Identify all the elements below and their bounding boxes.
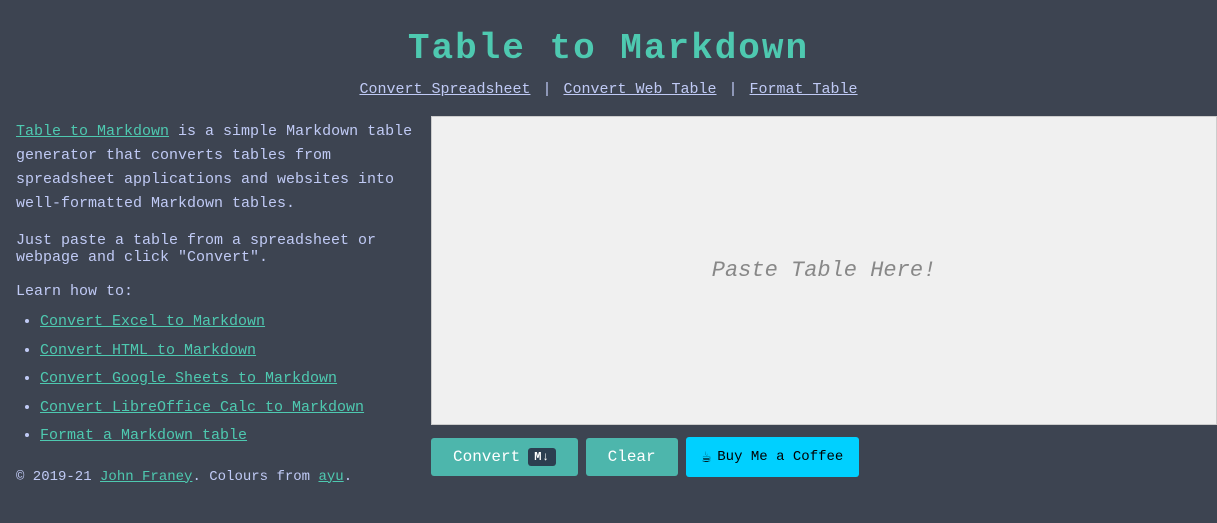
nav-sep-2: |: [729, 81, 738, 98]
textarea-wrapper: Paste Table Here!: [431, 116, 1217, 425]
link-libreoffice[interactable]: Convert LibreOffice Calc to Markdown: [40, 399, 364, 416]
main-layout: Table to Markdown is a simple Markdown t…: [0, 116, 1217, 485]
link-html[interactable]: Convert HTML to Markdown: [40, 342, 256, 359]
convert-label: Convert: [453, 448, 520, 466]
link-excel[interactable]: Convert Excel to Markdown: [40, 313, 265, 330]
nav-format-table[interactable]: Format Table: [750, 81, 858, 98]
footer-author-link[interactable]: John Franey: [100, 469, 192, 485]
link-format[interactable]: Format a Markdown table: [40, 427, 247, 444]
list-item: Format a Markdown table: [40, 422, 415, 451]
table-input[interactable]: [432, 117, 1216, 424]
brand-link[interactable]: Table to Markdown: [16, 123, 169, 140]
site-title: Table to Markdown: [0, 28, 1217, 69]
sidebar-description: Table to Markdown is a simple Markdown t…: [16, 120, 415, 216]
list-item: Convert Google Sheets to Markdown: [40, 365, 415, 394]
footer-copyright: © 2019-21: [16, 469, 100, 485]
learn-links: Convert Excel to Markdown Convert HTML t…: [16, 308, 415, 451]
instruction-text: Just paste a table from a spreadsheet or…: [16, 232, 415, 266]
page-header: Table to Markdown Convert Spreadsheet | …: [0, 0, 1217, 116]
convert-button[interactable]: Convert M↓: [431, 438, 578, 476]
content-area: Paste Table Here! Convert M↓ Clear ☕ Buy…: [431, 116, 1217, 485]
footer-mid: . Colours from: [192, 469, 318, 485]
coffee-icon: ☕: [702, 447, 712, 467]
nav-convert-spreadsheet[interactable]: Convert Spreadsheet: [359, 81, 530, 98]
list-item: Convert HTML to Markdown: [40, 337, 415, 366]
footer-ayu-link[interactable]: ayu: [318, 469, 343, 485]
buttons-row: Convert M↓ Clear ☕ Buy Me a Coffee: [431, 425, 1217, 485]
link-google-sheets[interactable]: Convert Google Sheets to Markdown: [40, 370, 337, 387]
nav-convert-web-table[interactable]: Convert Web Table: [563, 81, 716, 98]
coffee-label: Buy Me a Coffee: [717, 449, 843, 465]
list-item: Convert Excel to Markdown: [40, 308, 415, 337]
list-item: Convert LibreOffice Calc to Markdown: [40, 394, 415, 423]
main-nav: Convert Spreadsheet | Convert Web Table …: [0, 81, 1217, 98]
md-badge: M↓: [528, 448, 555, 466]
nav-sep-1: |: [542, 81, 551, 98]
footer: © 2019-21 John Franey. Colours from ayu.: [16, 469, 415, 485]
learn-how-label: Learn how to:: [16, 283, 415, 300]
buy-coffee-button[interactable]: ☕ Buy Me a Coffee: [686, 437, 860, 477]
footer-end: .: [344, 469, 352, 485]
clear-button[interactable]: Clear: [586, 438, 678, 476]
sidebar: Table to Markdown is a simple Markdown t…: [16, 116, 431, 485]
